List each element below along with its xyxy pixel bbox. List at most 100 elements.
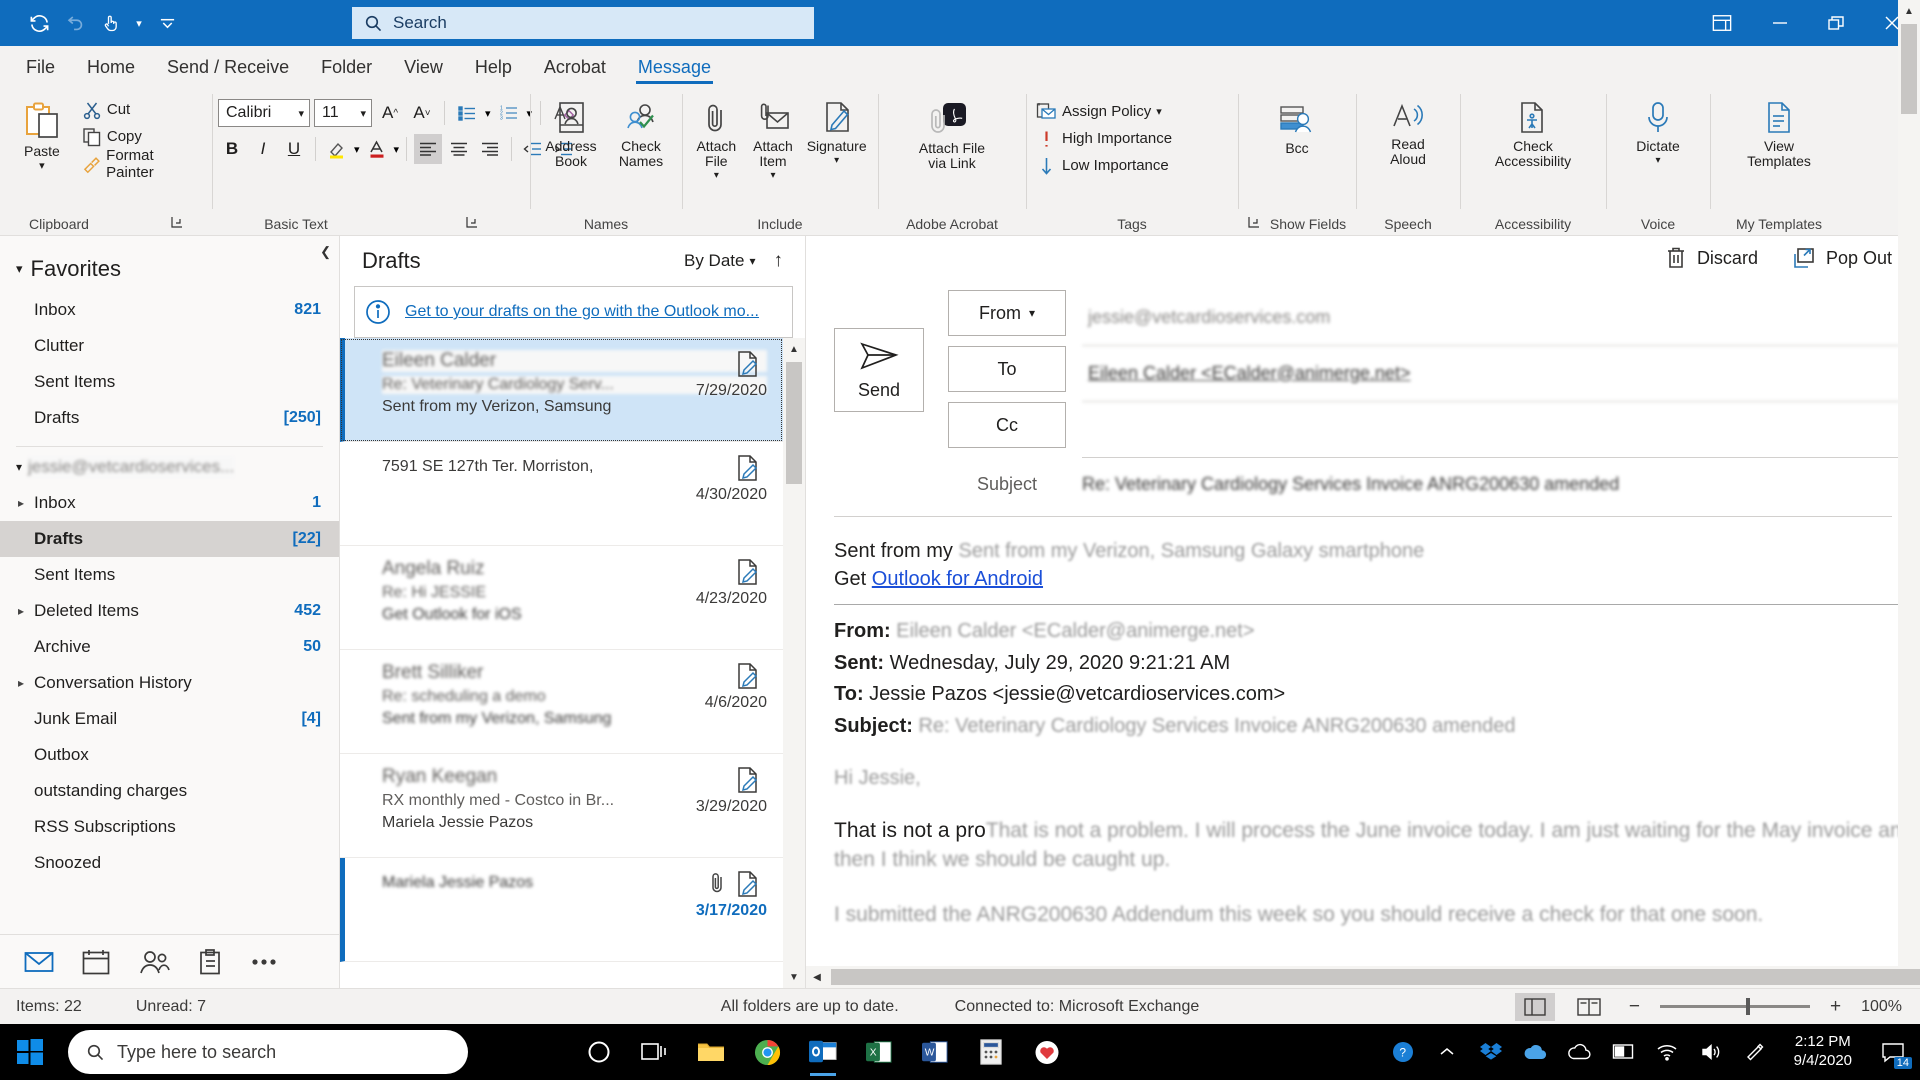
pen-icon[interactable] — [1740, 1035, 1770, 1069]
align-center-icon[interactable] — [445, 134, 473, 164]
favorite-item-drafts[interactable]: Drafts [250] — [0, 400, 339, 436]
scroll-down-icon[interactable]: ▼ — [783, 966, 805, 988]
people-nav-icon[interactable] — [138, 949, 170, 975]
file-explorer-icon[interactable] — [688, 1026, 734, 1078]
search-input[interactable]: Search — [352, 7, 814, 39]
chevron-down-icon[interactable]: ▾ — [130, 7, 148, 39]
dictate-button[interactable]: Dictate ▾ — [1618, 96, 1698, 172]
body-horizontal-scrollbar[interactable]: ◀ ▶ — [806, 966, 1920, 988]
discard-button[interactable]: Discard — [1665, 246, 1758, 270]
attach-file-button[interactable]: Attach File ▾ — [688, 96, 745, 187]
chevron-down-icon[interactable]: ▾ — [39, 161, 45, 173]
customize-qat-icon[interactable] — [158, 7, 176, 39]
grow-font-icon[interactable]: A^ — [376, 98, 404, 128]
normal-view-button[interactable] — [1515, 993, 1555, 1021]
high-importance-button[interactable]: High Importance — [1032, 125, 1176, 152]
onedrive-icon[interactable] — [1520, 1035, 1550, 1069]
favorite-item-clutter[interactable]: Clutter — [0, 328, 339, 364]
favorites-header[interactable]: ▾ Favorites — [0, 250, 339, 292]
dropbox-icon[interactable] — [1476, 1035, 1506, 1069]
attach-item-button[interactable]: Attach Item ▾ — [745, 96, 802, 187]
signature-button[interactable]: Signature ▾ — [801, 96, 872, 172]
format-painter-button[interactable]: Format Painter — [78, 150, 206, 177]
tab-folder[interactable]: Folder — [305, 48, 388, 86]
assign-policy-button[interactable]: Assign Policy ▾ — [1032, 98, 1166, 125]
cc-button[interactable]: Cc — [948, 402, 1066, 448]
zoom-out-button[interactable]: − — [1623, 996, 1646, 1018]
sidebar-item-deleted-items[interactable]: ▸ Deleted Items 452 — [0, 593, 339, 629]
help-icon[interactable]: ? — [1388, 1035, 1418, 1069]
notification-center-button[interactable]: 14 — [1876, 1035, 1910, 1069]
check-names-button[interactable]: Check Names — [606, 96, 676, 174]
show-hidden-icons-icon[interactable] — [1432, 1035, 1462, 1069]
restore-icon[interactable] — [1808, 0, 1864, 46]
chevron-down-icon[interactable]: ▾ — [1655, 156, 1660, 167]
sidebar-item-sent-items[interactable]: Sent Items — [0, 557, 339, 593]
font-size-select[interactable]: 11 ▾ — [314, 99, 372, 127]
italic-icon[interactable]: I — [249, 134, 277, 164]
touch-mode-icon[interactable] — [94, 7, 128, 39]
calendar-nav-icon[interactable] — [82, 949, 110, 975]
table-row[interactable]: Mariela Jessie Pazos 3/17/2020 — [340, 858, 783, 962]
chrome-icon[interactable] — [744, 1026, 790, 1078]
table-row[interactable]: Angela Ruiz Re: Hi JESSIE Get Outlook fo… — [340, 546, 783, 650]
table-row[interactable]: Brett Silliker Re: scheduling a demo Sen… — [340, 650, 783, 754]
reading-view-button[interactable] — [1569, 993, 1609, 1021]
cc-field[interactable] — [1082, 402, 1900, 458]
zoom-level-label[interactable]: 100% — [1861, 998, 1902, 1016]
tab-acrobat[interactable]: Acrobat — [528, 48, 622, 86]
sidebar-item-outstanding-charges[interactable]: outstanding charges — [0, 773, 339, 809]
favorite-item-inbox[interactable]: Inbox 821 — [0, 292, 339, 328]
view-templates-button[interactable]: View Templates — [1733, 96, 1825, 174]
sort-direction-icon[interactable]: ↑ — [766, 250, 792, 272]
shrink-font-icon[interactable]: A˅ — [408, 98, 436, 128]
check-accessibility-button[interactable]: Check Accessibility — [1487, 96, 1579, 174]
scroll-up-icon[interactable]: ▲ — [783, 338, 805, 360]
tab-message[interactable]: Message — [622, 48, 727, 86]
tab-file[interactable]: File — [10, 48, 71, 86]
sidebar-item-conversation-history[interactable]: ▸ Conversation History — [0, 665, 339, 701]
outlook-icon[interactable] — [800, 1026, 846, 1078]
sidebar-item-junk-email[interactable]: Junk Email [4] — [0, 701, 339, 737]
message-list-scrollbar[interactable]: ▲ ▼ — [783, 338, 805, 988]
favorite-item-sent-items[interactable]: Sent Items — [0, 364, 339, 400]
chevron-right-icon[interactable]: ▸ — [18, 604, 34, 618]
chevron-right-icon[interactable]: ▸ — [18, 496, 34, 510]
taskbar-search-input[interactable]: Type here to search — [68, 1030, 468, 1074]
sidebar-item-archive[interactable]: Archive 50 — [0, 629, 339, 665]
chevron-down-icon[interactable]: ▾ — [485, 107, 491, 120]
scrollbar-thumb[interactable] — [831, 969, 1920, 985]
sidebar-item-rss-subscriptions[interactable]: RSS Subscriptions — [0, 809, 339, 845]
sync-icon[interactable] — [22, 7, 56, 39]
tab-send-receive[interactable]: Send / Receive — [151, 48, 305, 86]
from-button[interactable]: From ▾ — [948, 290, 1066, 336]
chevron-down-icon[interactable]: ▾ — [1156, 105, 1162, 118]
minimize-icon[interactable] — [1752, 0, 1808, 46]
font-family-select[interactable]: Calibri ▾ — [218, 99, 310, 127]
word-icon[interactable]: W — [912, 1026, 958, 1078]
table-row[interactable]: Ryan Keegan RX monthly med - Costco in B… — [340, 754, 783, 858]
start-button[interactable] — [0, 1024, 60, 1080]
zoom-slider-knob[interactable] — [1746, 998, 1750, 1015]
bcc-button[interactable]: Bcc — [1265, 100, 1329, 161]
bullets-icon[interactable] — [453, 98, 481, 128]
cut-button[interactable]: Cut — [78, 96, 206, 123]
calculator-icon[interactable] — [968, 1026, 1014, 1078]
cortana-icon[interactable] — [576, 1026, 622, 1078]
mail-nav-icon[interactable] — [24, 950, 54, 974]
send-button[interactable]: Send — [834, 328, 924, 412]
align-right-icon[interactable] — [476, 134, 504, 164]
scroll-left-icon[interactable]: ◀ — [806, 972, 828, 983]
clipboard-dialog-launcher-icon[interactable] — [171, 213, 183, 235]
highlight-color-icon[interactable] — [323, 134, 351, 164]
zoom-in-button[interactable]: + — [1824, 996, 1847, 1018]
chevron-down-icon[interactable]: ▾ — [770, 171, 775, 182]
mobile-app-banner-link[interactable]: Get to your drafts on the go with the Ou… — [405, 303, 759, 321]
account-header[interactable]: ▾ jessie@vetcardioservices... — [0, 453, 339, 485]
chevron-right-icon[interactable]: ▸ — [18, 676, 34, 690]
display-icon[interactable] — [1608, 1035, 1638, 1069]
show-fields-dialog-launcher-icon[interactable] — [1248, 213, 1260, 235]
message-body[interactable]: Sent from my Sent from my Verizon, Samsu… — [806, 517, 1920, 966]
cloud-icon[interactable] — [1564, 1035, 1594, 1069]
font-color-icon[interactable] — [363, 134, 391, 164]
